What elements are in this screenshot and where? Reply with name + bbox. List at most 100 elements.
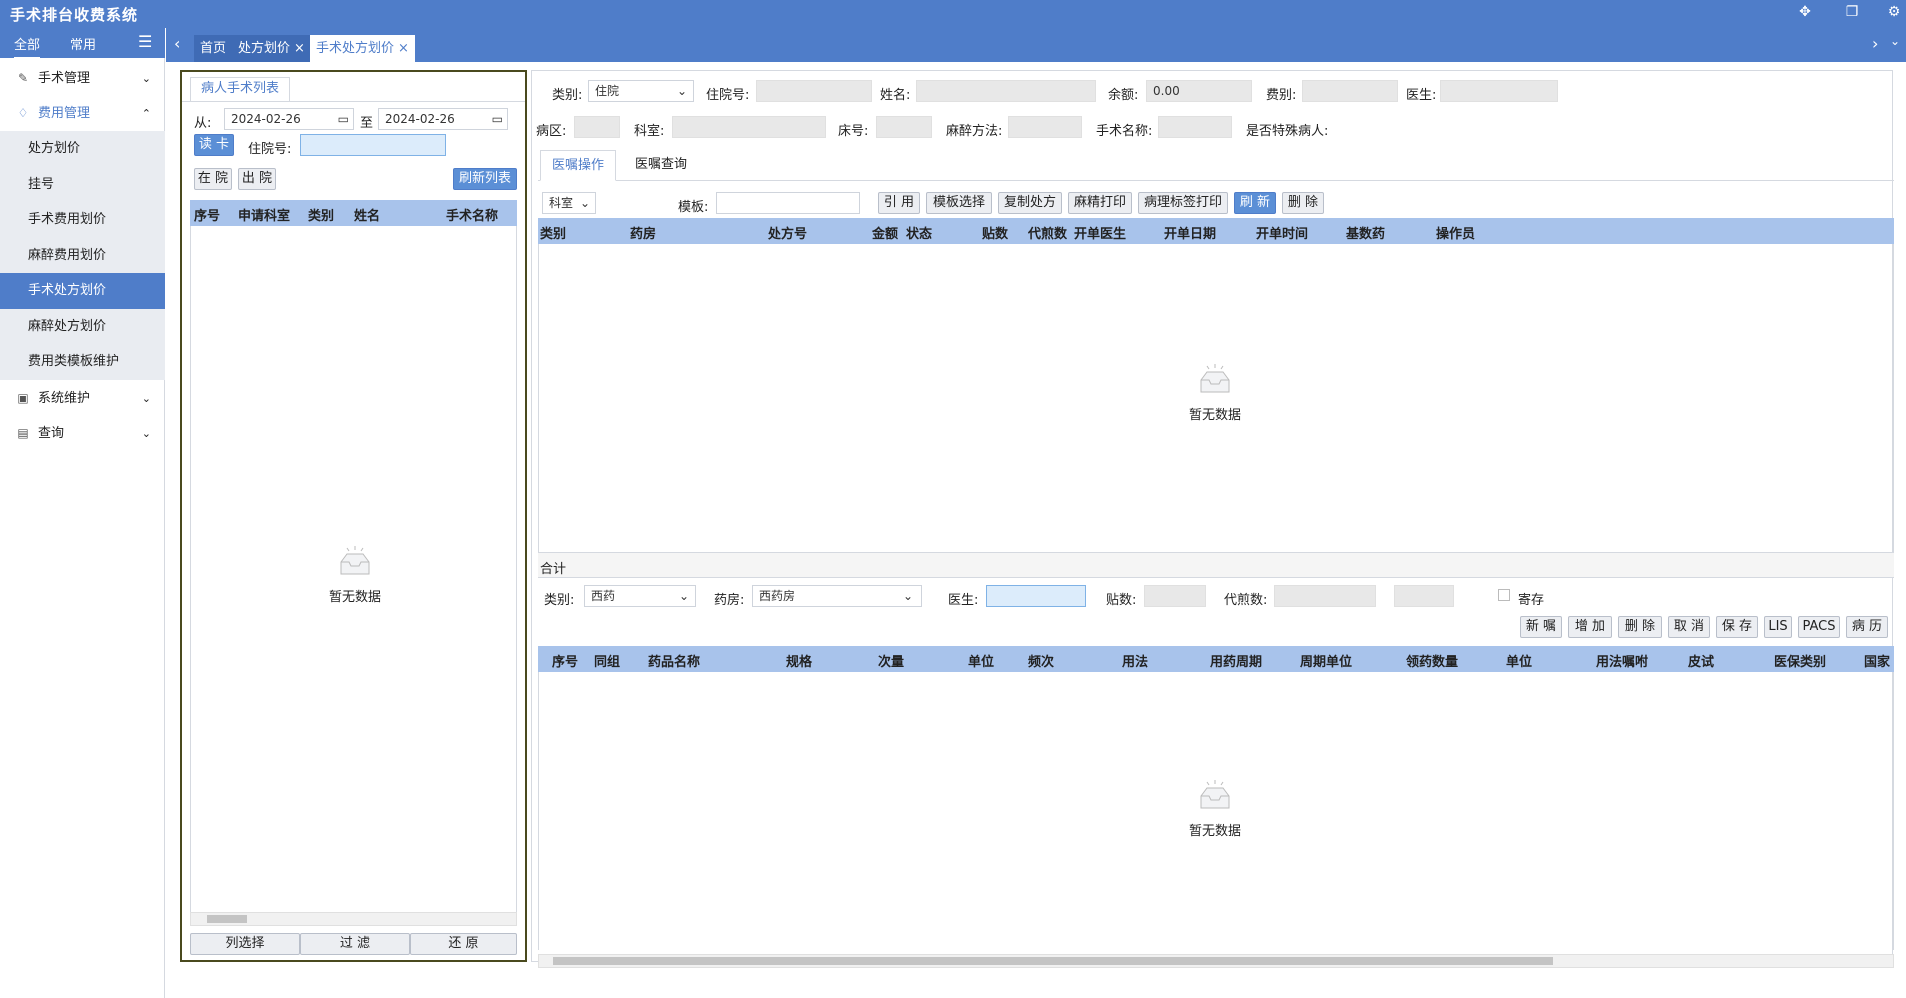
col-header[interactable]: 国家 xyxy=(1864,651,1890,670)
submenu-anesthesia-prescription[interactable]: 麻醉处方划价 xyxy=(0,309,165,345)
col-header[interactable]: 次量 xyxy=(878,651,904,670)
add-button[interactable]: 增 加 xyxy=(1568,616,1612,638)
decoct-extra-field[interactable] xyxy=(1394,585,1454,607)
col-header[interactable]: 开单时间 xyxy=(1256,223,1308,242)
close-icon[interactable]: × xyxy=(294,41,305,56)
submenu-fee-template[interactable]: 费用类模板维护 xyxy=(0,344,165,380)
fee-field[interactable] xyxy=(1302,80,1398,102)
chevron-down-icon[interactable]: ⌄ xyxy=(1890,34,1900,48)
inpatient-field[interactable] xyxy=(756,80,872,102)
refresh-list-button[interactable]: 刷新列表 xyxy=(453,168,517,190)
to-date-input[interactable]: 2024-02-26 ▭ xyxy=(378,108,508,130)
read-card-button[interactable]: 读 卡 xyxy=(194,134,234,156)
menu-system[interactable]: ▣ 系统维护 ⌄ xyxy=(0,381,165,416)
remove-button[interactable]: 删 除 xyxy=(1618,616,1662,638)
submenu-anesthesia-fee[interactable]: 麻醉费用划价 xyxy=(0,238,165,274)
inpatient-input[interactable] xyxy=(300,134,446,156)
tab-order-query[interactable]: 医嘱查询 xyxy=(620,150,702,180)
col-header[interactable]: 金额 xyxy=(872,223,898,242)
ward-field[interactable] xyxy=(574,116,620,138)
tab-prescription[interactable]: 处方划价 × xyxy=(232,35,311,62)
balance-field[interactable]: 0.00 xyxy=(1146,80,1252,102)
col-header[interactable]: 领药数量 xyxy=(1406,651,1458,670)
submenu-surgery-prescription[interactable]: 手术处方划价 xyxy=(0,273,165,309)
chevron-left-icon[interactable]: ‹ xyxy=(174,34,180,53)
col-header[interactable]: 药品名称 xyxy=(648,651,700,670)
restore-button[interactable]: 还 原 xyxy=(410,933,517,955)
col-header[interactable]: 手术名称 xyxy=(446,205,498,224)
close-icon[interactable]: × xyxy=(398,41,409,56)
submenu-prescription[interactable]: 处方划价 xyxy=(0,131,165,167)
col-header[interactable]: 用法嘱咐 xyxy=(1596,651,1648,670)
col-header[interactable]: 单位 xyxy=(1506,651,1532,670)
tab-order-ops[interactable]: 医嘱操作 xyxy=(540,150,616,181)
col-header[interactable]: 姓名 xyxy=(354,205,380,224)
filter-button[interactable]: 过 滤 xyxy=(300,933,410,955)
category-select[interactable]: 住院 ⌄ xyxy=(588,80,694,102)
menu-toggle-icon[interactable]: ☰ xyxy=(138,32,152,51)
col-header[interactable]: 医保类别 xyxy=(1774,651,1826,670)
col-header[interactable]: 药房 xyxy=(630,223,656,242)
template-input[interactable] xyxy=(716,192,860,214)
column-select-button[interactable]: 列选择 xyxy=(190,933,300,955)
col-header[interactable]: 贴数 xyxy=(982,223,1008,242)
submenu-surgery-fee[interactable]: 手术费用划价 xyxy=(0,202,165,238)
col-header[interactable]: 序号 xyxy=(552,651,578,670)
calendar-icon[interactable]: ▭ xyxy=(338,109,349,129)
col-header[interactable]: 皮试 xyxy=(1688,651,1714,670)
col-header[interactable]: 类别 xyxy=(540,223,566,242)
quote-button[interactable]: 引 用 xyxy=(878,192,920,214)
template-select-button[interactable]: 模板选择 xyxy=(926,192,992,214)
col-header[interactable]: 基数药 xyxy=(1346,223,1385,242)
cancel-button[interactable]: 取 消 xyxy=(1668,616,1710,638)
col-header[interactable]: 开单医生 xyxy=(1074,223,1126,242)
out-hospital-button[interactable]: 出 院 xyxy=(238,168,276,190)
doses-field[interactable] xyxy=(1144,585,1206,607)
lis-button[interactable]: LIS xyxy=(1764,616,1792,638)
detail-doctor-input[interactable] xyxy=(986,585,1086,607)
bed-field[interactable] xyxy=(876,116,932,138)
surgery-name-field[interactable] xyxy=(1158,116,1232,138)
col-header[interactable]: 用法 xyxy=(1122,651,1148,670)
name-field[interactable] xyxy=(916,80,1096,102)
save-button[interactable]: 保 存 xyxy=(1716,616,1758,638)
horizontal-scrollbar[interactable] xyxy=(538,954,1894,968)
medical-record-button[interactable]: 病 历 xyxy=(1846,616,1888,638)
chevron-right-icon[interactable]: › xyxy=(1872,34,1878,53)
theme-icon[interactable]: ✥ xyxy=(1795,2,1815,22)
col-header[interactable]: 规格 xyxy=(786,651,812,670)
col-header[interactable]: 频次 xyxy=(1028,651,1054,670)
narcotic-print-button[interactable]: 麻精打印 xyxy=(1068,192,1132,214)
col-header[interactable]: 代煎数 xyxy=(1028,223,1067,242)
scrollbar-thumb[interactable] xyxy=(553,957,1553,965)
doctor-field[interactable] xyxy=(1440,80,1558,102)
col-header[interactable]: 单位 xyxy=(968,651,994,670)
menu-fee[interactable]: ♢ 费用管理 ⌃ xyxy=(0,96,165,131)
calendar-icon[interactable]: ▭ xyxy=(492,109,503,129)
new-order-button[interactable]: 新 嘱 xyxy=(1520,616,1562,638)
deposit-checkbox[interactable] xyxy=(1498,589,1510,601)
detail-category-select[interactable]: 西药 ⌄ xyxy=(584,585,696,607)
gear-icon[interactable]: ⚙ xyxy=(1884,2,1904,22)
menu-surgery[interactable]: ✎ 手术管理 ⌄ xyxy=(0,61,165,96)
window-icon[interactable]: ❐ xyxy=(1842,2,1862,22)
scrollbar-thumb[interactable] xyxy=(207,915,247,923)
col-header[interactable]: 状态 xyxy=(906,223,932,242)
refresh-button[interactable]: 刷 新 xyxy=(1234,192,1276,214)
submenu-register[interactable]: 挂号 xyxy=(0,167,165,203)
horizontal-scrollbar[interactable] xyxy=(190,912,517,926)
col-header[interactable]: 操作员 xyxy=(1436,223,1475,242)
col-header[interactable]: 周期单位 xyxy=(1300,651,1352,670)
anesthesia-field[interactable] xyxy=(1008,116,1082,138)
tab-common[interactable]: 常用 xyxy=(70,34,96,53)
pathology-label-print-button[interactable]: 病理标签打印 xyxy=(1138,192,1228,214)
col-header[interactable]: 序号 xyxy=(194,205,220,224)
tab-all[interactable]: 全部 xyxy=(14,34,41,59)
copy-prescription-button[interactable]: 复制处方 xyxy=(998,192,1062,214)
pacs-button[interactable]: PACS xyxy=(1798,616,1840,638)
panel-tab[interactable]: 病人手术列表 xyxy=(190,77,290,101)
dept-field[interactable] xyxy=(672,116,826,138)
col-header[interactable]: 开单日期 xyxy=(1164,223,1216,242)
from-date-input[interactable]: 2024-02-26 ▭ xyxy=(224,108,354,130)
col-header[interactable]: 处方号 xyxy=(768,223,807,242)
